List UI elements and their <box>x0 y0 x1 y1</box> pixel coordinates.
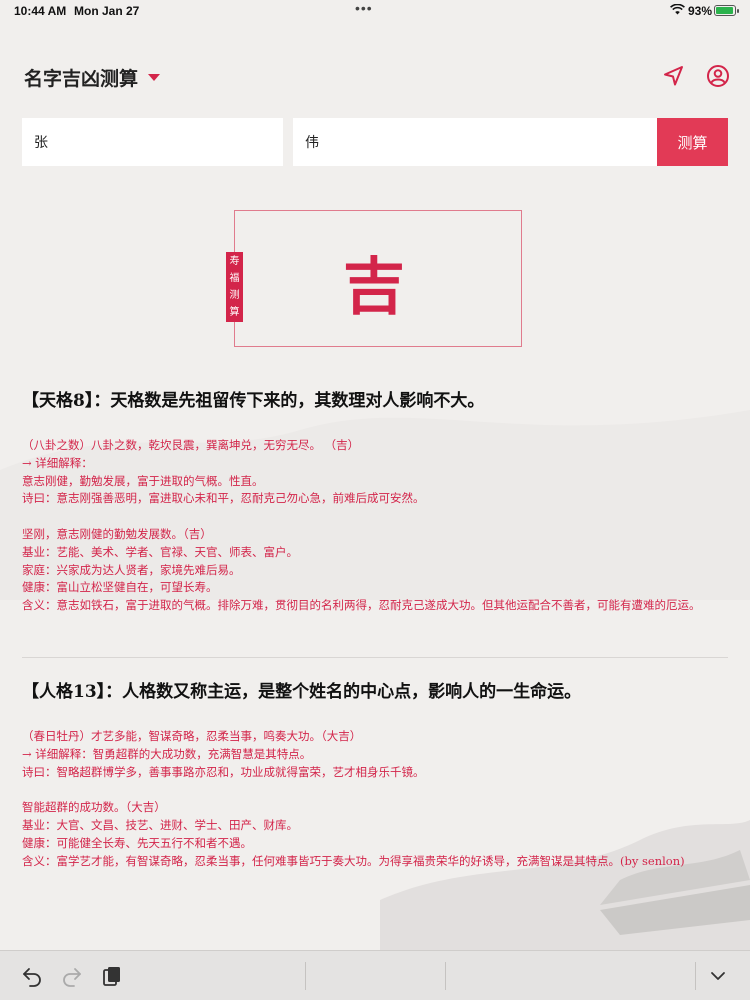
redo-icon[interactable] <box>60 964 84 988</box>
seal-char: 算 <box>229 307 240 318</box>
given-name-input[interactable] <box>293 118 657 166</box>
app-title: 名字吉凶测算 <box>24 68 139 90</box>
clipboard-icon[interactable] <box>100 964 124 988</box>
battery-fill <box>716 7 733 14</box>
detail-line: → 详细解释： <box>22 455 93 470</box>
surname-input[interactable] <box>22 118 283 166</box>
app-header: 名字吉凶测算 <box>0 56 750 100</box>
detail-line: 健康：可能健全长寿、先天五行不和者不遇。 <box>22 835 252 850</box>
seal-char: 福 <box>229 273 240 284</box>
multitask-dots-icon[interactable]: ••• <box>355 0 373 16</box>
section-title: 【天格8】：天格数是先祖留传下来的，其数理对人影响不大。 <box>22 391 485 411</box>
renge-section: 【人格13】：人格数又称主运，是整个姓名的中心点，影响人的一生命运。 （春日牡丹… <box>22 678 730 870</box>
section-detail: （八卦之数）八卦之数，乾坎艮震，巽离坤兑，无穷无尽。 （吉） → 详细解释： 意… <box>22 437 730 615</box>
toolbar-separator <box>695 962 696 990</box>
wifi-icon <box>670 4 685 15</box>
name-input-row: 测算 <box>22 118 728 166</box>
detail-line: 诗曰：意志刚强善恶明，富进取心未和平，忍耐克己勿心急，前难后成可安然。 <box>22 491 425 506</box>
section-divider <box>22 657 728 658</box>
detail-line: 诗曰：智略超群博学多，善事事路亦忍和，功业成就得富荣，艺才相身乐千镜。 <box>22 764 425 779</box>
detail-line: 家庭：兴家成为达人贤者，家境先难后易。 <box>22 562 241 577</box>
section-title: 【人格13】：人格数又称主运，是整个姓名的中心点，影响人的一生命运。 <box>22 682 582 702</box>
user-circle-icon[interactable] <box>706 64 730 88</box>
detail-line: 基业：大官、文昌、技艺、进财、学士、田产、财库。 <box>22 817 298 832</box>
seal-stamp: 寿 福 测 算 <box>226 252 243 322</box>
battery-percent: 93% <box>688 4 713 18</box>
status-date: Mon Jan 27 <box>74 4 140 18</box>
detail-line: 意志刚健，勤勉发展，富于进取的气概。性直。 <box>22 473 264 488</box>
calculate-button[interactable]: 测算 <box>657 118 728 166</box>
app-title-dropdown[interactable]: 名字吉凶测算 <box>24 64 161 91</box>
detail-line: 智能超群的成功数。（大吉） <box>22 800 166 815</box>
seal-char: 寿 <box>229 256 240 267</box>
detail-line: 含义：富学艺才能，有智谋奇略，忍柔当事，任何难事皆巧于奏大功。为得享福贵荣华的好… <box>22 853 685 868</box>
detail-line: → 详细解释：智勇超群的大成功数，充满智慧是其特点。 <box>22 746 312 761</box>
detail-line: （春日牡丹）才艺多能，智谋奇略，忍柔当事，鸣奏大功。（大吉） <box>22 729 362 743</box>
toolbar-separator <box>445 962 446 990</box>
battery-tip <box>737 9 739 13</box>
section-detail: （春日牡丹）才艺多能，智谋奇略，忍柔当事，鸣奏大功。（大吉） → 详细解释：智勇… <box>22 728 730 870</box>
seal-char: 测 <box>229 290 240 301</box>
tiange-section: 【天格8】：天格数是先祖留传下来的，其数理对人影响不大。 （八卦之数）八卦之数，… <box>22 387 730 615</box>
detail-line: 含义：意志如铁石，富于进取的气概。排除万难，贯彻目的名利两得，忍耐克己遂成大功。… <box>22 598 701 613</box>
undo-icon[interactable] <box>20 964 44 988</box>
verdict-character: 吉 <box>342 250 405 323</box>
battery-icon <box>714 5 739 16</box>
status-time: 10:44 AM <box>14 4 67 18</box>
detail-line: 基业：艺能、美术、学者、官禄、天官、师表、富户。 <box>22 544 298 559</box>
location-arrow-icon[interactable] <box>662 64 686 88</box>
detail-line: 健康：富山立松坚健自在，可望长寿。 <box>22 580 218 595</box>
detail-line: 坚刚，意志刚健的勤勉发展数。（吉） <box>22 526 212 541</box>
keyboard-shortcut-bar <box>0 950 750 1000</box>
chevron-down-icon[interactable] <box>706 964 730 988</box>
status-bar: 10:44 AM Mon Jan 27 ••• 93% <box>0 0 750 22</box>
detail-line: （八卦之数）八卦之数，乾坎艮震，巽离坤兑，无穷无尽。 （吉） <box>22 438 360 452</box>
toolbar-separator <box>305 962 306 990</box>
caret-down-icon <box>148 74 161 81</box>
